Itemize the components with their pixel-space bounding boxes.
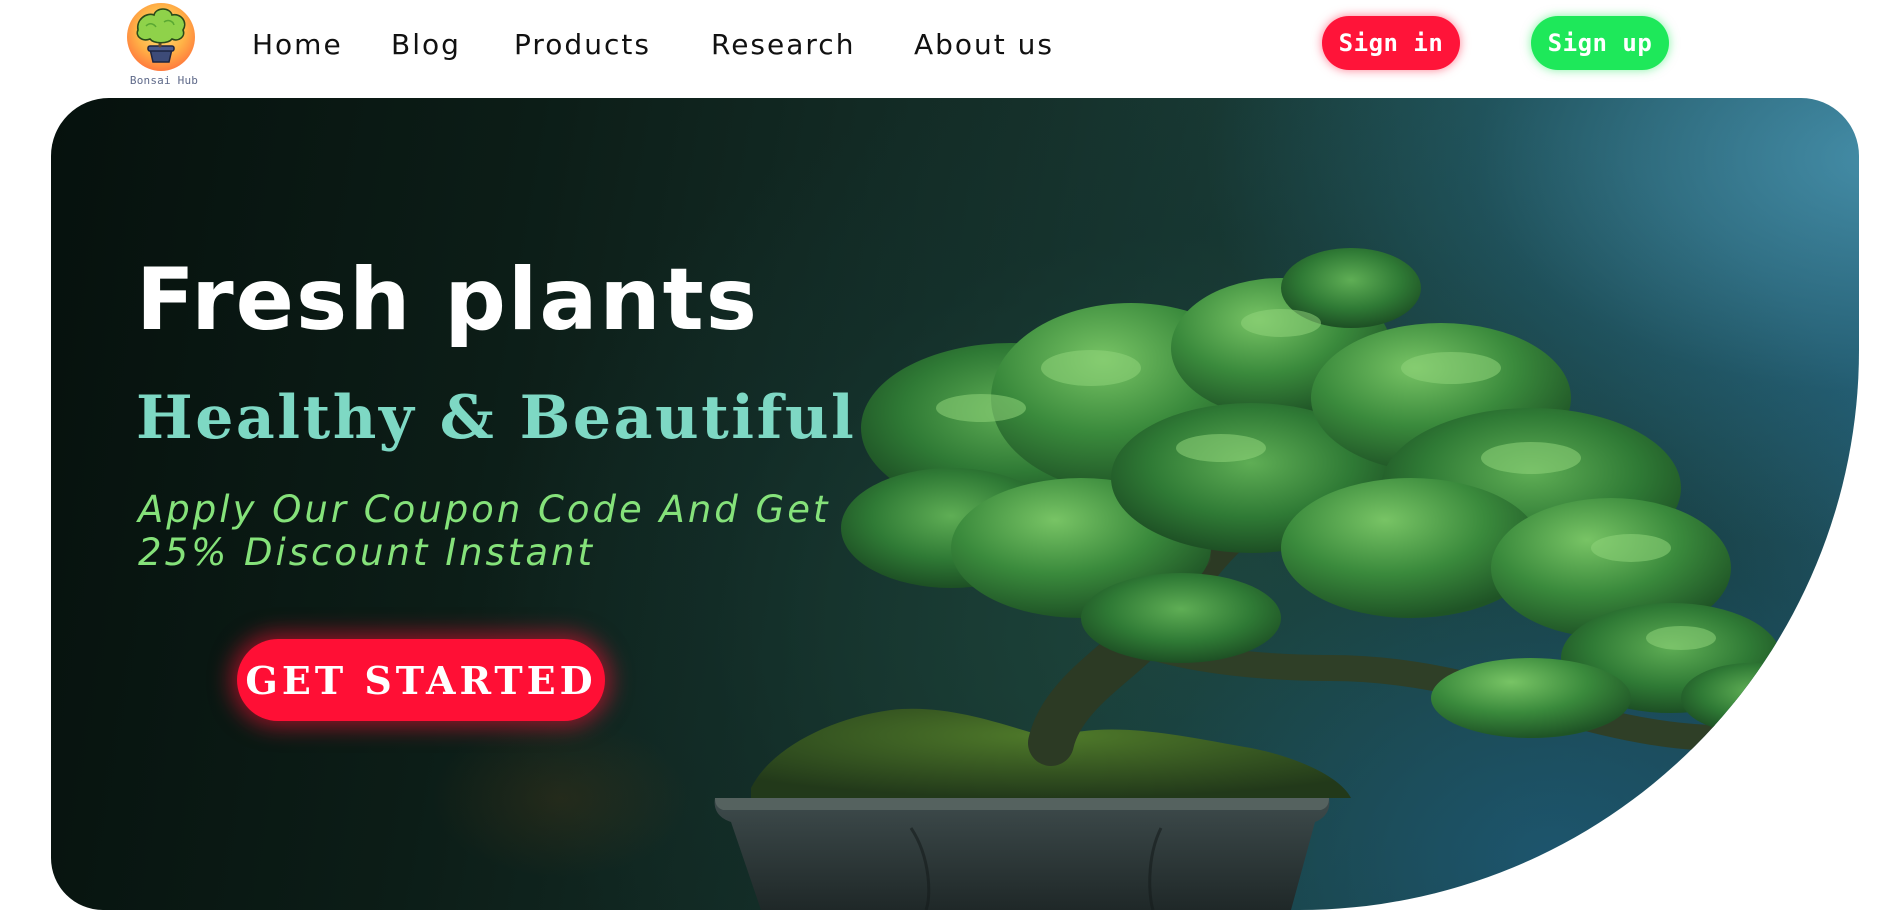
tree-in-pot-icon <box>127 3 195 71</box>
hero-subtitle: Healthy & Beautiful <box>136 383 857 453</box>
nav-blog[interactable]: Blog <box>391 28 461 61</box>
navbar: Bonsai Hub Home Blog Products Research A… <box>0 0 1883 98</box>
brand-logo[interactable]: Bonsai Hub <box>120 0 208 90</box>
get-started-button[interactable]: GET STARTED <box>237 639 605 721</box>
sign-in-button[interactable]: Sign in <box>1322 16 1460 70</box>
nav-research[interactable]: Research <box>711 28 855 61</box>
brand-name: Bonsai Hub <box>129 74 199 87</box>
hero-banner: Fresh plants Healthy & Beautiful Apply O… <box>51 98 1859 910</box>
nav-products[interactable]: Products <box>514 28 651 61</box>
nav-about-us[interactable]: About us <box>914 28 1054 61</box>
nav-home[interactable]: Home <box>252 28 343 61</box>
hero-coupon-text: Apply Our Coupon Code And Get 25% Discou… <box>138 488 831 574</box>
landing-page: Bonsai Hub Home Blog Products Research A… <box>0 0 1883 915</box>
hero-title: Fresh plants <box>136 250 759 350</box>
sign-up-button[interactable]: Sign up <box>1531 16 1669 70</box>
